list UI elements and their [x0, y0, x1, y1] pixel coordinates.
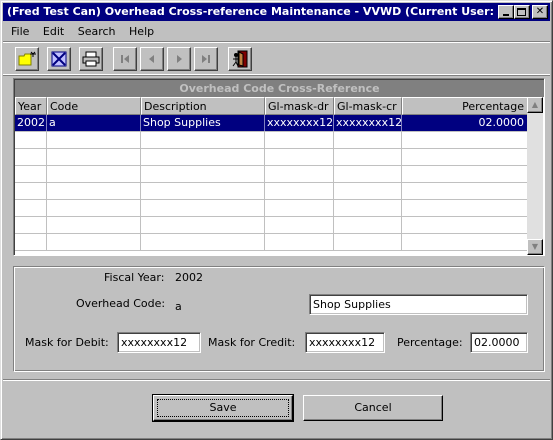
scroll-down-icon: ▼ — [531, 242, 539, 251]
app-window: (Fred Test Can) Overhead Cross-reference… — [0, 0, 553, 440]
next-record-button[interactable] — [167, 47, 191, 71]
fiscal-year-value: 2002 — [175, 271, 203, 284]
exit-icon — [232, 50, 248, 68]
previous-record-button[interactable] — [140, 47, 164, 71]
toolbar — [3, 41, 550, 75]
scroll-down-button[interactable]: ▼ — [527, 239, 543, 255]
title-bar[interactable]: (Fred Test Can) Overhead Cross-reference… — [3, 3, 550, 21]
fiscal-year-label: Fiscal Year: — [104, 271, 165, 284]
mask-credit-field[interactable]: xxxxxxxx12 — [305, 332, 385, 353]
maximize-icon — [517, 8, 526, 16]
description-field[interactable]: Shop Supplies — [309, 294, 528, 315]
cell-code: a — [47, 115, 141, 131]
last-record-icon — [202, 55, 210, 63]
cell-percentage: 02.0000 — [402, 115, 528, 131]
cancel-button-label: Cancel — [354, 401, 392, 414]
menu-bar: File Edit Search Help — [3, 22, 550, 41]
cell-year: 2002 — [17, 115, 47, 131]
cross-reference-grid[interactable]: Overhead Code Cross-Reference Year Code … — [13, 78, 545, 256]
empty-row[interactable] — [15, 217, 528, 234]
mask-credit-label: Mask for Credit: — [208, 336, 296, 349]
delete-record-icon — [51, 51, 67, 67]
close-icon: ✕ — [535, 6, 545, 17]
close-button[interactable]: ✕ — [532, 5, 548, 19]
vertical-scrollbar[interactable]: ▲ ▼ — [527, 97, 543, 255]
empty-row[interactable] — [15, 132, 528, 149]
overhead-code-label: Overhead Code: — [76, 297, 166, 310]
print-button[interactable] — [79, 47, 103, 71]
maximize-button[interactable] — [514, 5, 530, 19]
focus-rectangle — [157, 399, 289, 417]
minimize-icon — [503, 14, 509, 16]
next-record-icon — [177, 55, 182, 63]
column-header-year[interactable]: Year — [15, 97, 47, 115]
grid-title: Overhead Code Cross-Reference — [15, 80, 544, 97]
menu-search[interactable]: Search — [78, 25, 116, 38]
menu-help[interactable]: Help — [129, 25, 154, 38]
first-record-button[interactable] — [113, 47, 137, 71]
table-row[interactable]: 2002 a Shop Supplies xxxxxxxx12 xxxxxxxx… — [15, 115, 528, 132]
first-record-icon — [121, 55, 129, 63]
new-record-icon — [18, 51, 36, 66]
cell-gl-mask-cr: xxxxxxxx12 — [336, 115, 402, 131]
mask-debit-label: Mask for Debit: — [25, 336, 109, 349]
empty-row[interactable] — [15, 234, 528, 251]
last-record-button[interactable] — [194, 47, 218, 71]
menu-file[interactable]: File — [11, 25, 29, 38]
cell-gl-mask-dr: xxxxxxxx12 — [267, 115, 334, 131]
empty-row[interactable] — [15, 149, 528, 166]
mask-debit-field[interactable]: xxxxxxxx12 — [117, 332, 201, 353]
new-record-button[interactable] — [15, 47, 39, 71]
minimize-button[interactable] — [498, 5, 514, 19]
column-header-description[interactable]: Description — [141, 97, 265, 115]
window-title: (Fred Test Can) Overhead Cross-reference… — [7, 5, 517, 18]
empty-row[interactable] — [15, 166, 528, 183]
divider — [3, 379, 550, 381]
column-header-gl-mask-cr[interactable]: Gl-mask-cr — [334, 97, 402, 115]
cell-description: Shop Supplies — [141, 115, 265, 131]
detail-panel: Fiscal Year: 2002 Overhead Code: a Shop … — [13, 266, 545, 372]
previous-record-icon — [149, 55, 154, 63]
overhead-code-value: a — [175, 300, 182, 313]
cancel-button[interactable]: Cancel — [303, 395, 443, 421]
empty-row[interactable] — [15, 183, 528, 200]
column-header-percentage[interactable]: Percentage — [402, 97, 528, 115]
percentage-field[interactable]: 02.0000 — [470, 332, 528, 353]
exit-button[interactable] — [228, 47, 252, 71]
delete-record-button[interactable] — [47, 47, 71, 71]
save-button[interactable]: Save — [152, 394, 294, 422]
scroll-up-button[interactable]: ▲ — [527, 97, 543, 113]
grid-rows: 2002 a Shop Supplies xxxxxxxx12 xxxxxxxx… — [15, 115, 528, 251]
column-header-gl-mask-dr[interactable]: Gl-mask-dr — [265, 97, 334, 115]
percentage-label: Percentage: — [397, 336, 463, 349]
menu-edit[interactable]: Edit — [43, 25, 64, 38]
column-header-code[interactable]: Code — [47, 97, 141, 115]
empty-row[interactable] — [15, 200, 528, 217]
print-icon — [82, 51, 100, 67]
scroll-up-icon: ▲ — [531, 100, 539, 109]
grid-header: Year Code Description Gl-mask-dr Gl-mask… — [15, 97, 528, 115]
